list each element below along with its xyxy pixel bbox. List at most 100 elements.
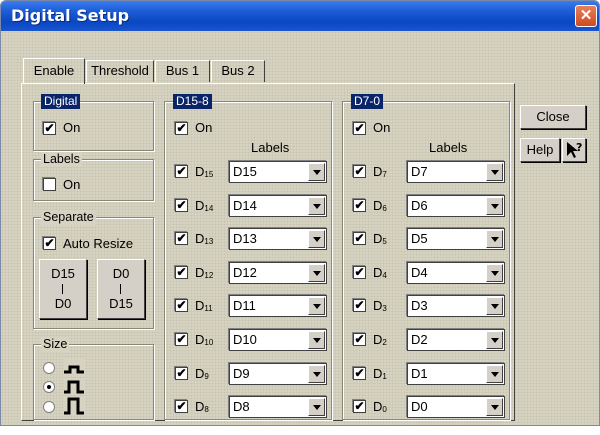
size-medium-radio[interactable]: [43, 381, 55, 393]
chevron-down-icon[interactable]: [308, 365, 325, 383]
order-low-to-high-button[interactable]: D0 D15: [97, 259, 145, 319]
d7-0-channel-label-combo[interactable]: D6: [407, 195, 505, 217]
d15-8-channel-checkbox[interactable]: ✔: [175, 367, 188, 380]
window-close-icon[interactable]: ✕: [575, 5, 597, 27]
d7-0-channel-label-combo[interactable]: D3: [407, 295, 505, 317]
channel-name-subscript: 2: [382, 338, 387, 347]
chevron-down-icon[interactable]: [308, 297, 325, 315]
d15-8-channel-name: D10: [195, 332, 213, 351]
separate-legend: Separate: [41, 210, 96, 225]
tab-enable[interactable]: Enable: [23, 58, 85, 84]
size-small-icon: [63, 359, 85, 375]
d7-0-labels-header: Labels: [429, 140, 468, 155]
chevron-down-icon[interactable]: [486, 365, 503, 383]
channel-name-letter: D: [373, 265, 383, 280]
chevron-down-icon[interactable]: [308, 398, 325, 416]
d7-0-channel-label-combo[interactable]: D4: [407, 262, 505, 284]
tab-threshold[interactable]: Threshold: [86, 60, 154, 82]
d7-0-channel-name: D2: [373, 332, 387, 351]
d7-0-channel-checkbox[interactable]: ✔: [353, 266, 366, 279]
channel-name-letter: D: [373, 298, 383, 313]
order-high-to-low-button[interactable]: D15 D0: [39, 259, 87, 319]
close-button[interactable]: Close: [520, 105, 586, 129]
channel-name-subscript: 6: [382, 204, 387, 213]
whats-this-button[interactable]: ?: [562, 138, 586, 162]
size-large-radio[interactable]: [43, 401, 55, 413]
channel-name-letter: D: [373, 164, 383, 179]
order-top-label: D0: [112, 266, 130, 281]
order-top-label: D15: [51, 266, 75, 281]
labels-on-checkbox[interactable]: [43, 178, 56, 191]
order-bottom-label: D15: [109, 296, 133, 311]
channel-name-subscript: 4: [382, 271, 387, 280]
chevron-down-icon[interactable]: [308, 264, 325, 282]
d15-8-channel-checkbox[interactable]: ✔: [175, 232, 188, 245]
help-button[interactable]: Help: [520, 138, 560, 162]
chevron-down-icon[interactable]: [486, 230, 503, 248]
d7-0-channel-checkbox[interactable]: ✔: [353, 199, 366, 212]
channel-name-letter: D: [195, 198, 205, 213]
d15-8-channel-label-combo[interactable]: D14: [229, 195, 327, 217]
chevron-down-icon[interactable]: [486, 331, 503, 349]
tab-bus-2[interactable]: Bus 2: [211, 60, 265, 82]
auto-resize-checkbox[interactable]: ✔: [43, 237, 56, 250]
d15-8-channel-checkbox[interactable]: ✔: [175, 266, 188, 279]
d7-0-channel-checkbox[interactable]: ✔: [353, 299, 366, 312]
d15-8-channel-checkbox[interactable]: ✔: [175, 299, 188, 312]
combo-value: D11: [233, 298, 256, 313]
d7-0-channel-checkbox[interactable]: ✔: [353, 165, 366, 178]
d15-8-channel-label-combo[interactable]: D11: [229, 295, 327, 317]
d15-8-channel-checkbox[interactable]: ✔: [175, 400, 188, 413]
title-bar: Digital Setup ✕: [1, 1, 599, 31]
channel-name-letter: D: [195, 332, 205, 347]
d15-8-on-checkbox[interactable]: ✔: [175, 122, 188, 135]
d15-8-channel-label-combo[interactable]: D15: [229, 161, 327, 183]
d7-0-channel-checkbox[interactable]: ✔: [353, 400, 366, 413]
d15-8-channel-label-combo[interactable]: D10: [229, 329, 327, 351]
d7-0-channel-label-combo[interactable]: D2: [407, 329, 505, 351]
tab-bus-1[interactable]: Bus 1: [155, 60, 210, 82]
d7-0-channel-label-combo[interactable]: D1: [407, 363, 505, 385]
channel-name-subscript: 5: [382, 237, 387, 246]
d15-8-channel-name: D15: [195, 164, 213, 183]
d15-8-channel-label-combo[interactable]: D8: [229, 396, 327, 418]
chevron-down-icon[interactable]: [308, 230, 325, 248]
d7-0-channel-label-combo[interactable]: D7: [407, 161, 505, 183]
pointer-question-icon: ?: [567, 141, 582, 158]
d7-0-channel-name: D6: [373, 198, 387, 217]
chevron-down-icon[interactable]: [486, 264, 503, 282]
size-small-radio[interactable]: [43, 362, 55, 374]
channel-name-letter: D: [195, 164, 205, 179]
d15-8-channel-name: D11: [195, 298, 213, 317]
chevron-down-icon[interactable]: [308, 197, 325, 215]
channel-name-subscript: 7: [382, 170, 387, 179]
d7-0-on-checkbox[interactable]: ✔: [353, 122, 366, 135]
order-separator-line: [62, 284, 63, 294]
d7-0-channel-name: D3: [373, 298, 387, 317]
d15-8-channel-label-combo[interactable]: D9: [229, 363, 327, 385]
chevron-down-icon[interactable]: [486, 163, 503, 181]
d15-8-channel-label-combo[interactable]: D13: [229, 228, 327, 250]
chevron-down-icon[interactable]: [486, 197, 503, 215]
d15-8-channel-label-combo[interactable]: D12: [229, 262, 327, 284]
chevron-down-icon[interactable]: [486, 398, 503, 416]
d7-0-channel-label-combo[interactable]: D0: [407, 396, 505, 418]
d15-8-channel-name: D9: [195, 366, 209, 385]
chevron-down-icon[interactable]: [308, 163, 325, 181]
d15-8-channel-checkbox[interactable]: ✔: [175, 199, 188, 212]
d7-0-channel-checkbox[interactable]: ✔: [353, 367, 366, 380]
channel-name-subscript: 11: [204, 304, 213, 313]
d7-0-channel-checkbox[interactable]: ✔: [353, 232, 366, 245]
digital-on-checkbox[interactable]: ✔: [43, 122, 56, 135]
channel-name-letter: D: [195, 298, 205, 313]
d15-8-on-label: On: [195, 120, 213, 135]
d15-8-channel-name: D13: [195, 231, 213, 250]
d15-8-channel-checkbox[interactable]: ✔: [175, 333, 188, 346]
d7-0-channel-name: D4: [373, 265, 387, 284]
d15-8-channel-checkbox[interactable]: ✔: [175, 165, 188, 178]
channel-name-subscript: 1: [382, 372, 387, 381]
d7-0-channel-label-combo[interactable]: D5: [407, 228, 505, 250]
chevron-down-icon[interactable]: [486, 297, 503, 315]
chevron-down-icon[interactable]: [308, 331, 325, 349]
d7-0-channel-checkbox[interactable]: ✔: [353, 333, 366, 346]
